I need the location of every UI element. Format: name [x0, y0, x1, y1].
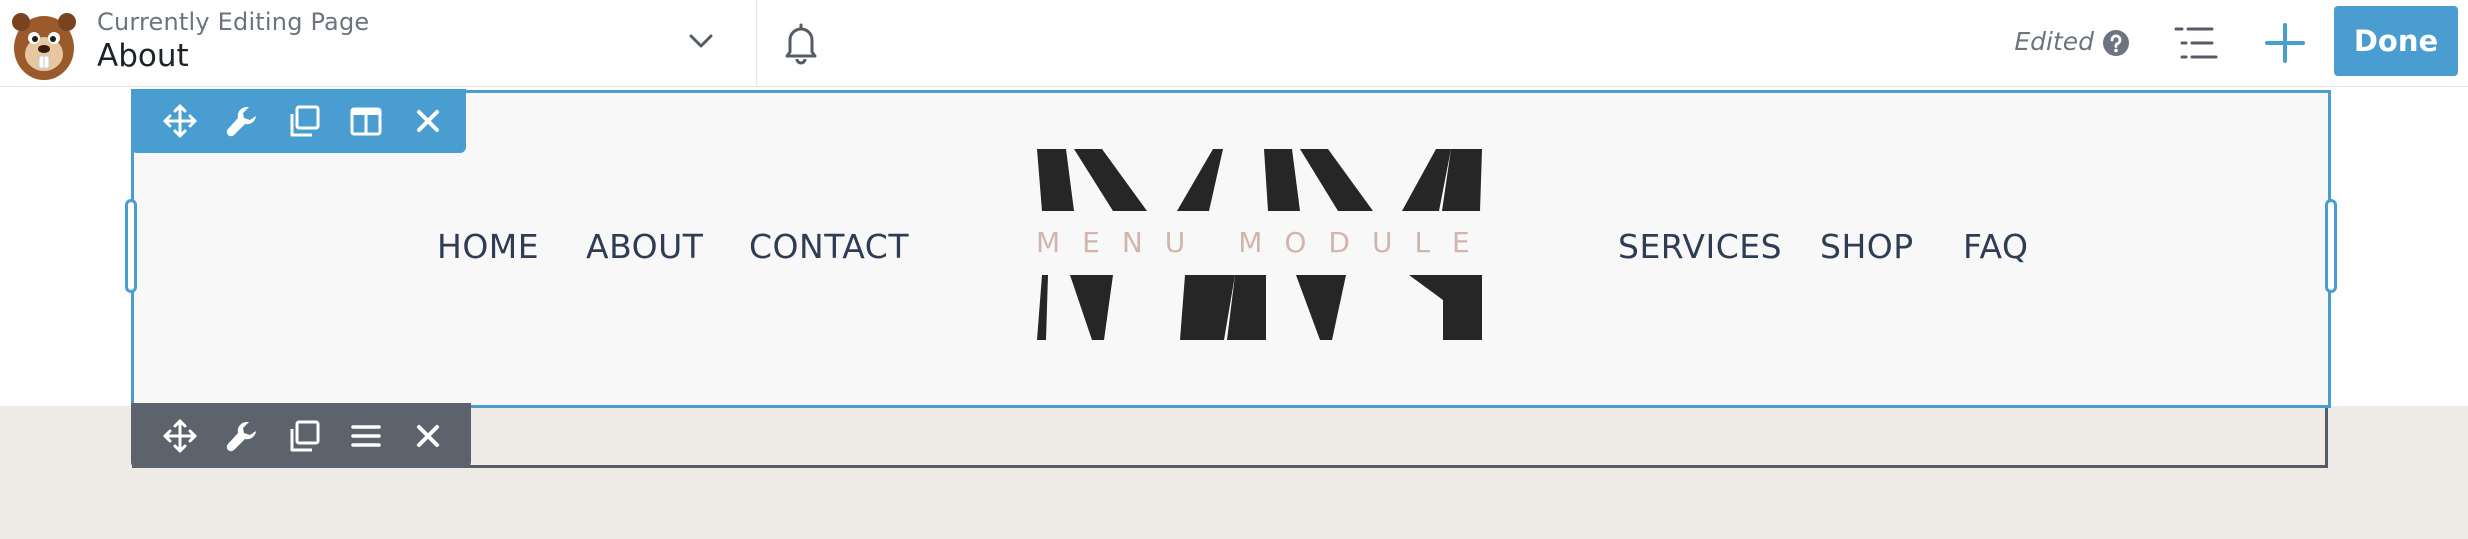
module-remove-button[interactable] — [397, 93, 459, 149]
resize-handle-left[interactable] — [125, 199, 137, 293]
outline-list-icon — [2174, 27, 2218, 59]
page-dropdown-button[interactable] — [676, 22, 726, 62]
row-move-button[interactable] — [149, 408, 211, 464]
editing-label: Currently Editing Page — [97, 8, 370, 36]
done-button[interactable]: Done — [2334, 6, 2458, 76]
bell-icon — [785, 23, 817, 65]
page-title: About — [97, 38, 189, 74]
duplicate-icon — [290, 105, 320, 137]
move-icon — [163, 104, 197, 138]
row-remove-button[interactable] — [397, 408, 459, 464]
chevron-down-icon — [689, 34, 713, 48]
columns-icon — [350, 107, 382, 136]
nav-link-faq[interactable]: FAQ — [1963, 227, 2028, 266]
nav-link-shop[interactable]: SHOP — [1820, 227, 1914, 266]
row-settings-button[interactable] — [211, 408, 273, 464]
brand-logo-text: MENU MODULE — [1036, 226, 1492, 259]
nav-link-services[interactable]: SERVICES — [1618, 227, 1782, 266]
module-duplicate-button[interactable] — [273, 93, 335, 149]
row-menu-button[interactable] — [335, 408, 397, 464]
module-settings-button[interactable] — [211, 93, 273, 149]
close-icon — [417, 424, 439, 447]
edit-status: Edited — [2014, 27, 2094, 56]
nav-link-home[interactable]: HOME — [437, 227, 539, 266]
module-move-button[interactable] — [149, 93, 211, 149]
row-toolbar — [131, 403, 471, 468]
wrench-icon — [226, 107, 256, 137]
add-content-button[interactable] — [2262, 20, 2308, 66]
duplicate-icon — [290, 420, 320, 451]
wrench-icon — [226, 421, 256, 451]
top-bar: Currently Editing Page About Edited Done — [0, 0, 2468, 87]
row-duplicate-button[interactable] — [273, 408, 335, 464]
resize-handle-right[interactable] — [2325, 199, 2337, 293]
menu-icon — [351, 424, 381, 447]
notifications-button[interactable] — [774, 18, 828, 68]
move-icon — [163, 419, 197, 452]
nav-link-about[interactable]: ABOUT — [586, 227, 703, 266]
header-divider — [756, 0, 757, 86]
close-icon — [417, 110, 439, 132]
module-toolbar — [131, 89, 466, 153]
help-icon[interactable] — [2102, 29, 2130, 57]
module-columns-button[interactable] — [335, 93, 397, 149]
outline-panel-button[interactable] — [2172, 20, 2220, 66]
beaver-logo-icon[interactable] — [4, 4, 84, 84]
nav-link-contact[interactable]: CONTACT — [749, 227, 909, 266]
plus-icon — [2265, 23, 2305, 63]
